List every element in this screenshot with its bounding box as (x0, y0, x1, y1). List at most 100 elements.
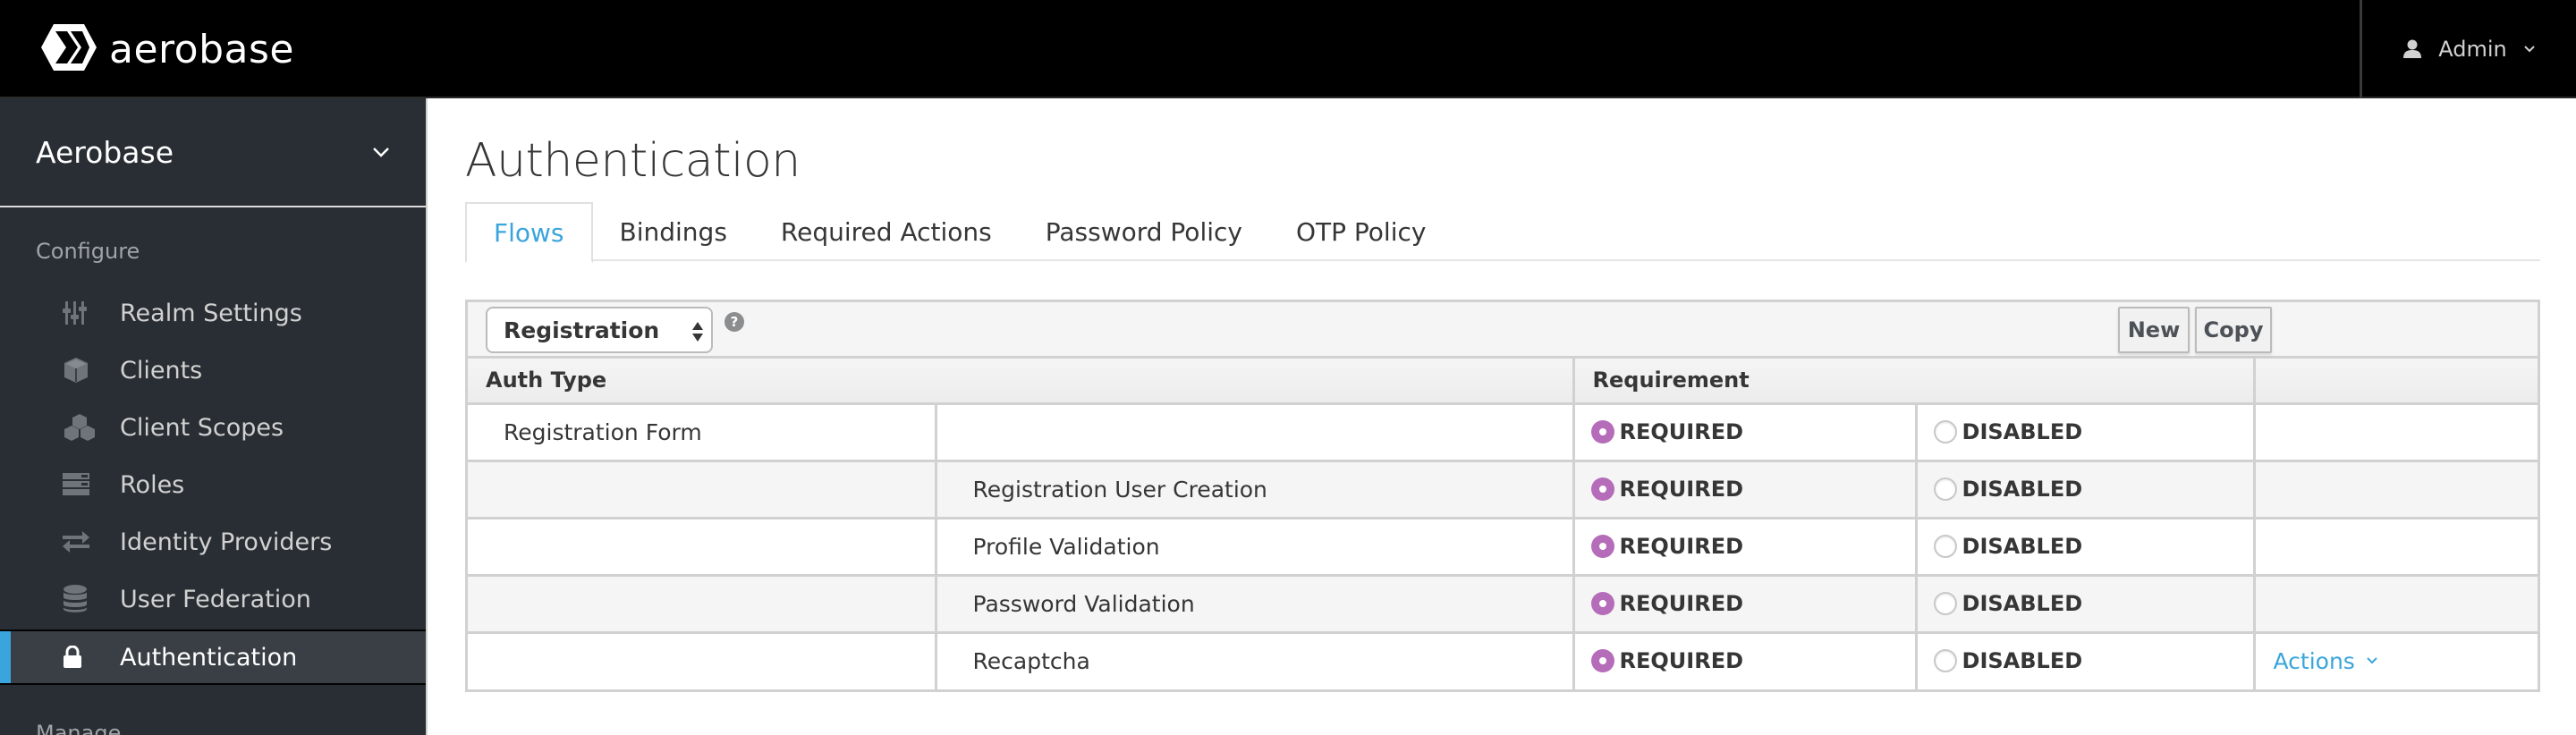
tab-bindings[interactable]: Bindings (593, 202, 754, 261)
requirement-required-cell: REQUIRED (1573, 518, 1918, 577)
radio-unselected-icon[interactable] (1933, 419, 1957, 444)
table-header-row: Auth Type Requirement (468, 359, 2538, 405)
requirement-required-cell: REQUIRED (1573, 575, 1918, 634)
requirement-radio-disabled[interactable]: DISABLED (1933, 534, 2082, 559)
requirement-radio-required[interactable]: REQUIRED (1590, 647, 1744, 673)
database-icon (63, 585, 116, 613)
header-requirement: Requirement (1573, 359, 2256, 405)
chevron-down-icon (372, 147, 390, 157)
copy-button[interactable]: Copy (2195, 307, 2272, 353)
auth-type-level1: Registration Form (468, 403, 937, 462)
sidebar-item-identity-providers[interactable]: Identity Providers (0, 514, 426, 570)
help-icon[interactable]: ? (724, 311, 745, 333)
select-arrows-icon (691, 321, 704, 342)
tab-otp-policy[interactable]: OTP Policy (1269, 202, 1453, 261)
brand-name: aerobase (109, 26, 294, 72)
sidebar-item-user-federation[interactable]: User Federation (0, 571, 426, 627)
requirement-radio-required[interactable]: REQUIRED (1590, 477, 1743, 502)
sidebar-item-roles[interactable]: Roles (0, 457, 426, 512)
sidebar-item-label: Roles (120, 470, 185, 499)
user-name: Admin (2438, 37, 2507, 62)
requirement-disabled-cell: DISABLED (1916, 518, 2256, 577)
sidebar-item-label: Identity Providers (120, 528, 333, 556)
auth-type-level2: Password Validation (936, 575, 1575, 634)
radio-label: DISABLED (1962, 647, 2083, 673)
actions-dropdown[interactable]: Actions (2274, 648, 2378, 674)
auth-type-level2: Profile Validation (936, 518, 1575, 577)
section-label-configure: Configure (36, 239, 140, 264)
requirement-radio-disabled[interactable]: DISABLED (1933, 590, 2083, 616)
actions-cell (2254, 460, 2538, 520)
radio-label: DISABLED (1962, 590, 2083, 616)
radio-selected-icon[interactable] (1590, 591, 1614, 615)
requirement-radio-disabled[interactable]: DISABLED (1933, 418, 2083, 444)
flow-select[interactable]: Registration (486, 307, 713, 353)
auth-type-level2 (936, 403, 1575, 462)
radio-label: REQUIRED (1619, 533, 1744, 559)
radio-label: REQUIRED (1619, 647, 1744, 673)
table-row: Registration Form REQUIRED DISABLED (468, 403, 2538, 462)
requirement-radio-required[interactable]: REQUIRED (1590, 533, 1744, 559)
radio-selected-icon[interactable] (1590, 648, 1614, 672)
radio-unselected-icon[interactable] (1933, 534, 1957, 558)
svg-text:?: ? (731, 314, 739, 330)
sidebar-item-label: Realm Settings (120, 299, 302, 327)
auth-type-level2: Recaptcha (936, 632, 1575, 689)
tab-bar: Flows Bindings Required Actions Password… (465, 202, 2540, 263)
auth-type-level2: Registration User Creation (936, 460, 1575, 520)
sidebar-item-label: Authentication (120, 643, 298, 672)
sidebar-item-client-scopes[interactable]: Client Scopes (0, 400, 426, 455)
sidebar-item-authentication[interactable]: Authentication (0, 629, 426, 685)
cubes-icon (63, 413, 116, 442)
flow-select-value: Registration (504, 317, 660, 343)
sidebar-item-realm-settings[interactable]: Realm Settings (0, 285, 426, 341)
main-content: Authentication Flows Bindings Required A… (429, 98, 2576, 735)
radio-selected-icon[interactable] (1590, 534, 1614, 558)
requirement-required-cell: REQUIRED (1573, 632, 1918, 689)
radio-label: DISABLED (1962, 476, 2083, 502)
header-actions (2254, 359, 2538, 405)
chevron-down-icon (2523, 45, 2536, 54)
radio-unselected-icon[interactable] (1933, 477, 1957, 501)
cube-icon (63, 357, 116, 384)
auth-type-level1 (468, 632, 937, 689)
page-title: Authentication (465, 134, 801, 188)
chevron-down-icon (2366, 656, 2378, 665)
requirement-disabled-cell: DISABLED (1916, 632, 2256, 689)
sidebar-item-clients[interactable]: Clients (0, 342, 426, 398)
header-auth-type: Auth Type (468, 359, 1575, 405)
tab-password-policy[interactable]: Password Policy (1019, 202, 1269, 261)
actions-cell (2254, 575, 2538, 634)
requirement-radio-required[interactable]: REQUIRED (1590, 418, 1744, 444)
table-row: Recaptcha REQUIRED DISABLED Actions (468, 632, 2538, 689)
requirement-radio-required[interactable]: REQUIRED (1590, 591, 1743, 616)
table-row: Registration User Creation REQUIRED DISABL… (468, 460, 2538, 520)
radio-label: DISABLED (1962, 418, 2083, 444)
radio-selected-icon[interactable] (1590, 419, 1614, 444)
table-toolbar: Registration ? New Copy (468, 302, 2538, 359)
tab-required-actions[interactable]: Required Actions (754, 202, 1019, 261)
auth-type-level1 (468, 518, 937, 577)
tab-flows[interactable]: Flows (465, 202, 593, 263)
requirement-disabled-cell: DISABLED (1916, 460, 2256, 520)
requirement-disabled-cell: DISABLED (1916, 403, 2256, 462)
brand-logo[interactable]: aerobase (39, 23, 294, 75)
exchange-icon (63, 531, 116, 553)
server-icon (63, 473, 116, 496)
radio-label: REQUIRED (1619, 418, 1744, 444)
table-row: Password Validation REQUIRED DISABLED (468, 575, 2538, 634)
realm-selector[interactable]: Aerobase (0, 98, 426, 207)
requirement-radio-disabled[interactable]: DISABLED (1933, 476, 2083, 502)
sidebar-item-label: Client Scopes (120, 413, 284, 442)
auth-type-level1 (468, 460, 937, 520)
user-menu[interactable]: Admin (2360, 0, 2576, 98)
auth-type-level1 (468, 575, 937, 634)
radio-unselected-icon[interactable] (1933, 648, 1957, 672)
new-button[interactable]: New (2118, 307, 2190, 353)
realm-name: Aerobase (36, 134, 174, 170)
requirement-radio-disabled[interactable]: DISABLED (1933, 647, 2083, 673)
sidebar-item-label: User Federation (120, 585, 311, 613)
radio-selected-icon[interactable] (1590, 477, 1614, 501)
radio-unselected-icon[interactable] (1933, 591, 1957, 615)
requirement-required-cell: REQUIRED (1573, 403, 1918, 462)
